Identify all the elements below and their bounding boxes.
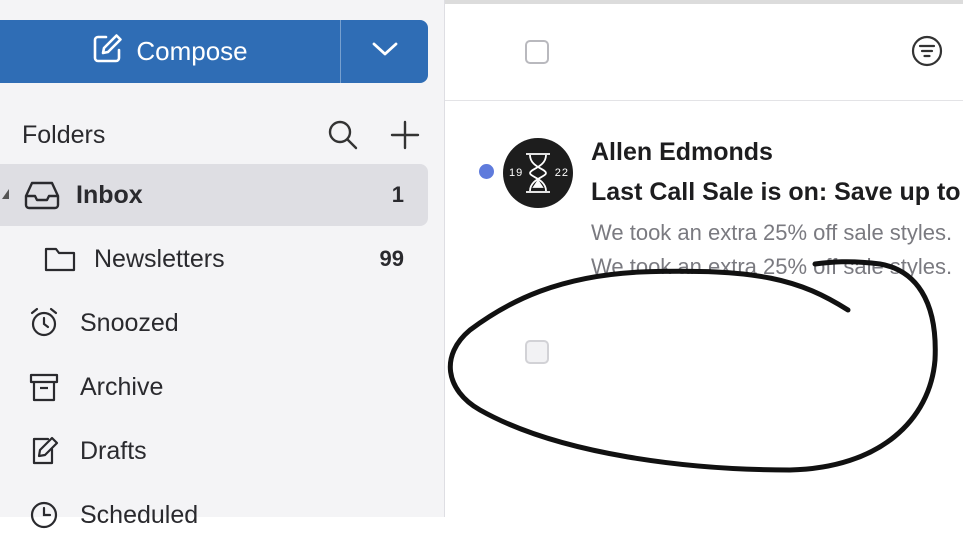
sidebar-item-newsletters[interactable]: Newsletters 99 — [0, 228, 428, 290]
sidebar-item-inbox[interactable]: Inbox 1 — [0, 164, 428, 226]
message-subject: Last Call Sale is on: Save up to — [591, 178, 961, 206]
folder-icon — [42, 241, 78, 277]
sidebar-item-label: Inbox — [76, 180, 143, 209]
expand-caret-icon[interactable] — [2, 189, 9, 199]
folders-title: Folders — [22, 120, 106, 149]
avatar-text-left: 19 — [509, 167, 524, 179]
unread-indicator — [479, 164, 494, 179]
unread-count: 1 — [391, 182, 404, 207]
sidebar-item-snoozed[interactable]: Snoozed — [0, 292, 428, 354]
chevron-down-icon — [371, 40, 399, 63]
sender-name: Allen Edmonds — [591, 138, 773, 166]
compose-options-button[interactable] — [341, 20, 428, 83]
compose-button[interactable]: Compose — [0, 20, 340, 83]
sidebar-item-archive[interactable]: Archive — [0, 356, 428, 418]
sidebar-item-drafts[interactable]: Drafts — [0, 420, 428, 482]
unread-count: 99 — [379, 246, 404, 271]
sidebar-item-label: Scheduled — [80, 500, 199, 529]
sidebar-item-label: Archive — [80, 372, 164, 401]
alarm-clock-icon — [26, 305, 62, 341]
filter-icon[interactable] — [910, 34, 946, 70]
sidebar-item-scheduled[interactable]: Scheduled — [0, 484, 428, 546]
message-preview: We took an extra 25% off sale styles. We… — [591, 220, 953, 279]
clock-icon — [26, 497, 62, 533]
inbox-icon — [24, 177, 60, 213]
message-checkbox[interactable] — [525, 340, 549, 364]
sidebar: Compose Folders Inbox 1 Newsletters 99 S… — [0, 0, 445, 529]
avatar-text-right: 22 — [554, 167, 569, 179]
sender-avatar: 19 22 — [503, 138, 573, 208]
plus-icon[interactable] — [388, 118, 422, 152]
archive-icon — [26, 369, 62, 405]
message-list-toolbar — [445, 4, 963, 101]
sidebar-item-label: Newsletters — [94, 244, 225, 273]
drafts-icon — [26, 433, 62, 469]
compose-button-group: Compose — [0, 20, 428, 83]
message-list-item[interactable]: 19 22 Allen Edmonds Last Call Sale is on… — [445, 102, 963, 302]
sidebar-item-label: Snoozed — [80, 308, 179, 337]
compose-label: Compose — [136, 36, 248, 66]
hourglass-logo — [526, 153, 550, 193]
select-all-checkbox[interactable] — [525, 40, 549, 64]
search-icon[interactable] — [326, 118, 360, 152]
sidebar-item-label: Drafts — [80, 436, 147, 465]
folders-header: Folders — [22, 112, 422, 158]
compose-icon — [92, 32, 124, 71]
